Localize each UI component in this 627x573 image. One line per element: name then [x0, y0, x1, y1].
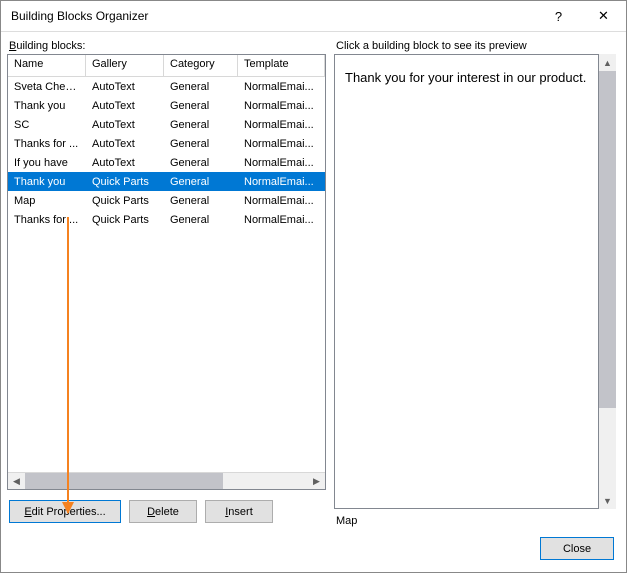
preview-label: Click a building block to see its previe… [334, 40, 616, 52]
preview-area: Thank you for your interest in our produ… [334, 54, 616, 509]
column-header-category[interactable]: Category [164, 55, 238, 77]
left-panel: Building blocks: Name Gallery Category T… [7, 40, 326, 529]
close-button[interactable]: ✕ [581, 1, 626, 31]
scroll-right-arrow-icon[interactable]: ▶ [308, 473, 325, 490]
cell-template: NormalEmai... [238, 175, 325, 189]
table-row[interactable]: SCAutoTextGeneralNormalEmai... [8, 115, 325, 134]
left-button-row: Edit Properties... Delete Insert [7, 490, 326, 529]
close-dialog-button[interactable]: Close [540, 537, 614, 560]
table-row[interactable]: Thanks for ...AutoTextGeneralNormalEmai.… [8, 134, 325, 153]
scrollbar-track[interactable] [599, 71, 616, 492]
table-row[interactable]: Sveta Cheu...AutoTextGeneralNormalEmai..… [8, 77, 325, 96]
table-row[interactable]: Thank youAutoTextGeneralNormalEmai... [8, 96, 325, 115]
column-header-gallery[interactable]: Gallery [86, 55, 164, 77]
cell-name: Thanks for ... [8, 137, 86, 151]
cell-category: General [164, 137, 238, 151]
preview-name: Map [334, 509, 616, 529]
cell-category: General [164, 99, 238, 113]
table-row[interactable]: Thanks for ...Quick PartsGeneralNormalEm… [8, 210, 325, 229]
cell-template: NormalEmai... [238, 213, 325, 227]
scrollbar-thumb[interactable] [599, 71, 616, 408]
scrollbar-track[interactable] [25, 473, 308, 489]
cell-name: Thank you [8, 175, 86, 189]
column-header-template[interactable]: Template [238, 55, 325, 77]
dialog-content: Building blocks: Name Gallery Category T… [1, 32, 626, 535]
cell-gallery: AutoText [86, 99, 164, 113]
building-blocks-organizer-dialog: Building Blocks Organizer ? ✕ Building b… [0, 0, 627, 573]
table-header-row: Name Gallery Category Template [8, 55, 325, 77]
cell-name: Map [8, 194, 86, 208]
delete-button[interactable]: Delete [129, 500, 197, 523]
scroll-down-arrow-icon[interactable]: ▼ [599, 492, 616, 509]
cell-template: NormalEmai... [238, 99, 325, 113]
help-button[interactable]: ? [536, 1, 581, 31]
preview-text: Thank you for your interest in our produ… [345, 69, 588, 87]
cell-gallery: AutoText [86, 156, 164, 170]
table-rows: Sveta Cheu...AutoTextGeneralNormalEmai..… [8, 77, 325, 472]
cell-category: General [164, 194, 238, 208]
insert-button[interactable]: Insert [205, 500, 273, 523]
cell-gallery: Quick Parts [86, 175, 164, 189]
scroll-up-arrow-icon[interactable]: ▲ [599, 54, 616, 71]
cell-template: NormalEmai... [238, 80, 325, 94]
edit-properties-button[interactable]: Edit Properties... [9, 500, 121, 523]
titlebar: Building Blocks Organizer ? ✕ [1, 1, 626, 32]
cell-category: General [164, 156, 238, 170]
cell-template: NormalEmai... [238, 137, 325, 151]
cell-category: General [164, 118, 238, 132]
cell-category: General [164, 175, 238, 189]
cell-name: Sveta Cheu... [8, 80, 86, 94]
scroll-left-arrow-icon[interactable]: ◀ [8, 473, 25, 490]
vertical-scrollbar[interactable]: ▲ ▼ [599, 54, 616, 509]
cell-name: Thank you [8, 99, 86, 113]
building-blocks-table: Name Gallery Category Template Sveta Che… [7, 54, 326, 490]
column-header-name[interactable]: Name [8, 55, 86, 77]
cell-template: NormalEmai... [238, 156, 325, 170]
table-row[interactable]: If you haveAutoTextGeneralNormalEmai... [8, 153, 325, 172]
dialog-title: Building Blocks Organizer [11, 9, 536, 23]
cell-name: SC [8, 118, 86, 132]
cell-category: General [164, 80, 238, 94]
cell-gallery: Quick Parts [86, 213, 164, 227]
preview-box: Thank you for your interest in our produ… [334, 54, 599, 509]
cell-name: Thanks for ... [8, 213, 86, 227]
dialog-footer: Close [1, 535, 626, 572]
horizontal-scrollbar[interactable]: ◀ ▶ [8, 472, 325, 489]
cell-name: If you have [8, 156, 86, 170]
cell-gallery: AutoText [86, 137, 164, 151]
cell-gallery: AutoText [86, 80, 164, 94]
building-blocks-label: Building blocks: [7, 40, 326, 52]
scrollbar-thumb[interactable] [25, 473, 223, 489]
right-panel: Click a building block to see its previe… [334, 40, 616, 529]
cell-gallery: AutoText [86, 118, 164, 132]
cell-gallery: Quick Parts [86, 194, 164, 208]
cell-template: NormalEmai... [238, 118, 325, 132]
cell-template: NormalEmai... [238, 194, 325, 208]
cell-category: General [164, 213, 238, 227]
table-row[interactable]: Thank youQuick PartsGeneralNormalEmai... [8, 172, 325, 191]
table-row[interactable]: MapQuick PartsGeneralNormalEmai... [8, 191, 325, 210]
